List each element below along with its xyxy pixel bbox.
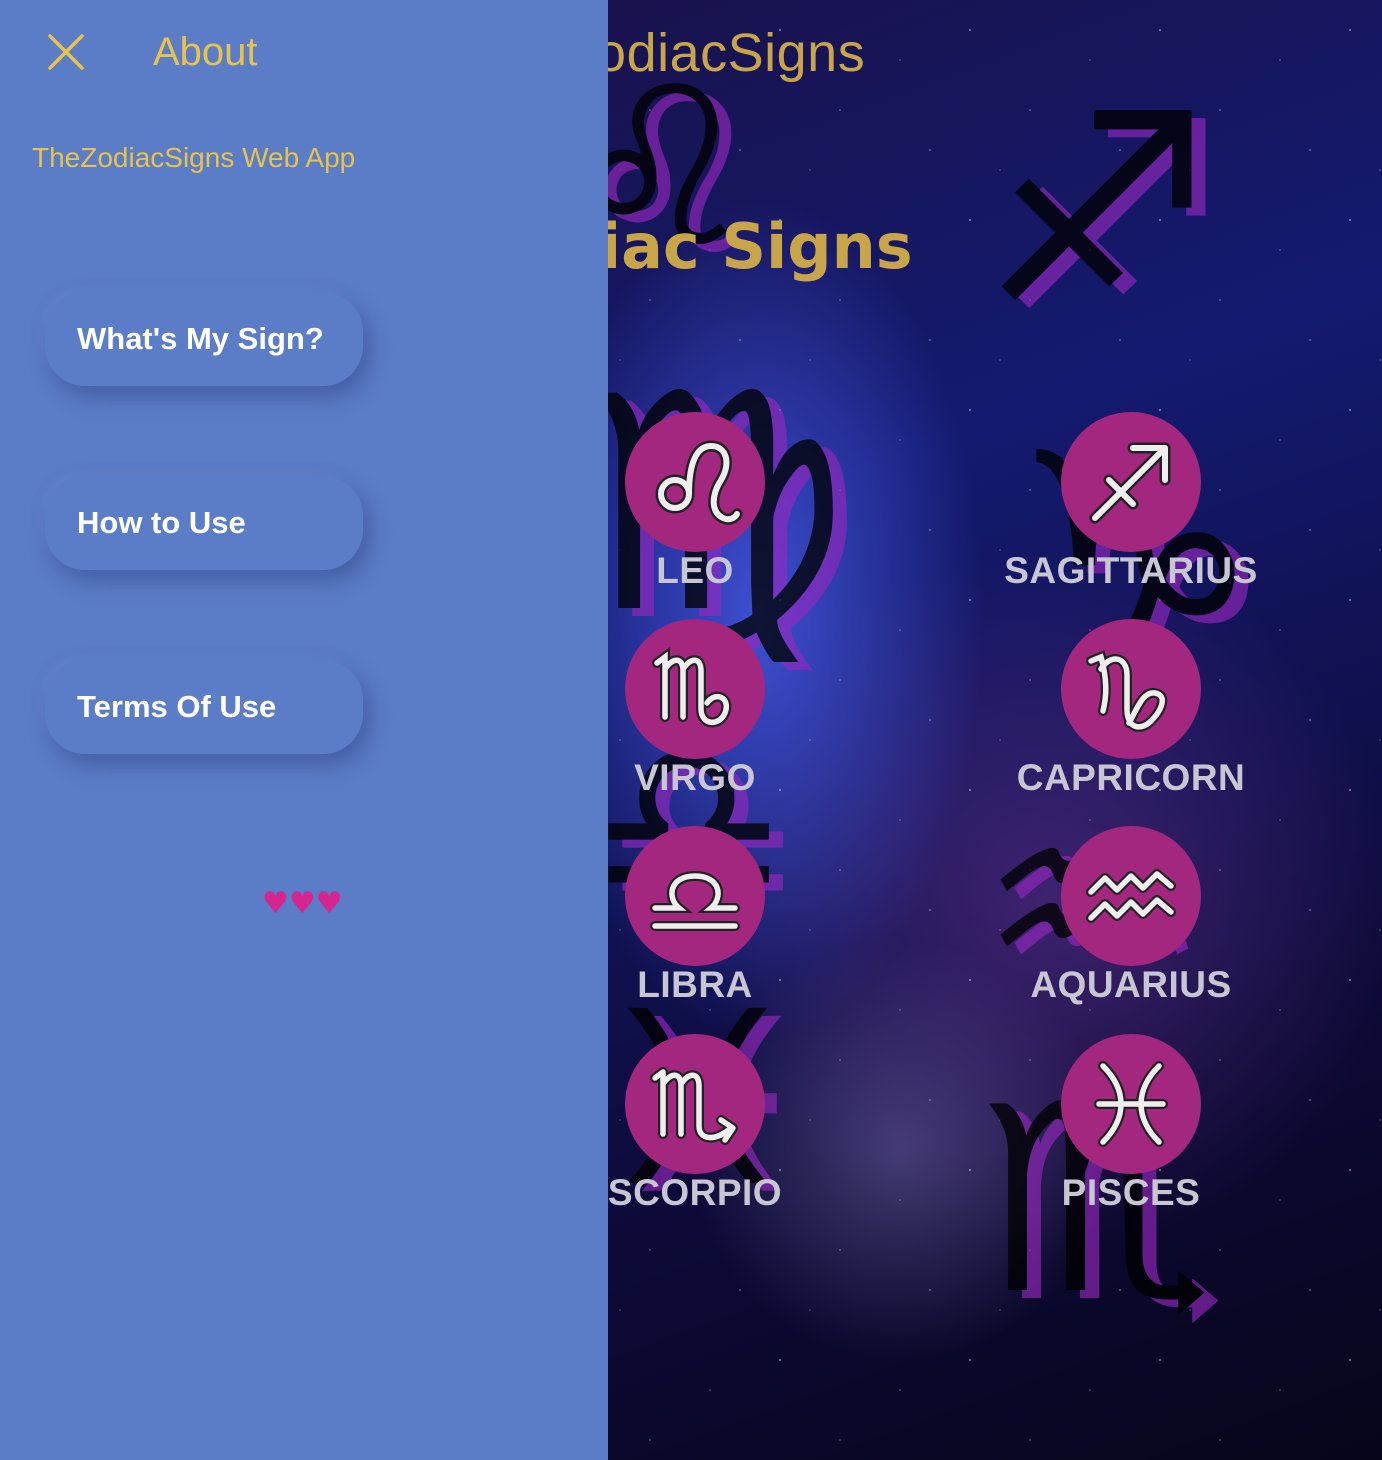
sign-circle [1061, 826, 1201, 966]
leo-icon [655, 440, 743, 525]
drawer-subtitle: TheZodiacSigns Web App [32, 142, 356, 173]
capricorn-icon [1086, 650, 1168, 732]
hearts-text: ♥♥♥ [262, 886, 343, 921]
sign-card-pisces[interactable]: PISCES [1001, 1034, 1261, 1214]
virgo-icon [652, 647, 732, 728]
sign-circle [1061, 619, 1201, 759]
whats-my-sign-button[interactable]: What's My Sign? [45, 292, 363, 386]
sign-circle [625, 619, 765, 759]
bg-sagittarius-glyph: ♐ [980, 60, 1214, 362]
scorpio-icon [650, 1067, 738, 1145]
terms-of-use-button[interactable]: Terms Of Use [45, 660, 363, 754]
pisces-icon [1094, 1061, 1168, 1147]
libra-icon [650, 870, 740, 931]
sign-card-aquarius[interactable]: AQUARIUS [1001, 826, 1261, 1006]
close-icon[interactable] [44, 30, 88, 74]
about-drawer: About TheZodiacSigns Web App What's My S… [0, 0, 608, 1460]
sign-circle [625, 826, 765, 966]
sign-label: SAGITTARIUS [1004, 550, 1258, 591]
sign-card-capricorn[interactable]: CAPRICORN [1001, 619, 1261, 799]
sign-circle [625, 412, 765, 552]
sign-circle [625, 1034, 765, 1174]
hearts-decoration: ♥♥♥ [262, 886, 343, 922]
sign-circle [1061, 1034, 1201, 1174]
sign-label: CAPRICORN [1016, 757, 1246, 798]
sagittarius-icon [1089, 442, 1171, 524]
aquarius-icon [1086, 869, 1176, 923]
drawer-title: About [153, 30, 258, 74]
sign-label: AQUARIUS [1030, 964, 1232, 1005]
sign-circle [1061, 412, 1201, 552]
how-to-use-button[interactable]: How to Use [45, 476, 363, 570]
sign-card-sagittarius[interactable]: SAGITTARIUS [1001, 412, 1261, 592]
sign-label: PISCES [1061, 1172, 1201, 1213]
